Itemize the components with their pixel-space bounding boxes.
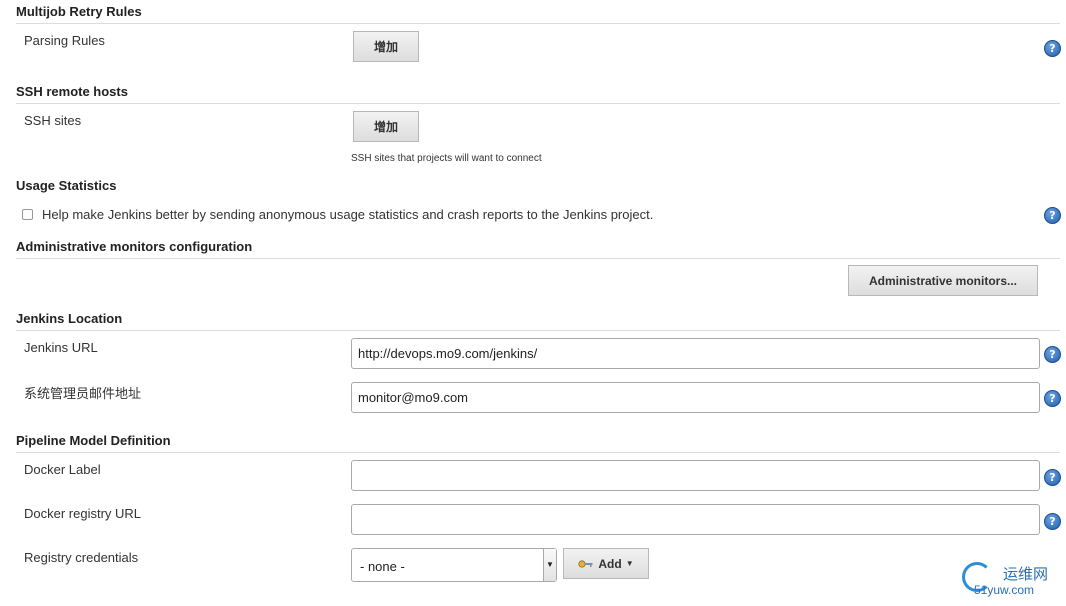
registry-credentials-select[interactable]: - none - ▼ — [351, 548, 557, 582]
jenkins-url-label: Jenkins URL — [24, 340, 98, 355]
registry-credentials-label: Registry credentials — [24, 550, 139, 565]
section-title-multijob: Multijob Retry Rules — [16, 4, 142, 19]
help-icon[interactable]: ? — [1044, 40, 1061, 57]
divider — [16, 330, 1060, 331]
docker-label-label: Docker Label — [24, 462, 101, 477]
section-title-jenkins-location: Jenkins Location — [16, 311, 123, 326]
watermark-text: 运维网 — [1003, 566, 1049, 583]
add-ssh-site-button[interactable]: 增加 — [353, 111, 419, 142]
divider — [16, 258, 1060, 259]
help-icon[interactable]: ? — [1044, 207, 1061, 224]
help-icon[interactable]: ? — [1044, 390, 1061, 407]
administrative-monitors-button[interactable]: Administrative monitors... — [848, 265, 1038, 296]
watermark-subtext: 51yuw.com — [974, 583, 1035, 597]
docker-label-input[interactable] — [351, 460, 1040, 491]
section-title-ssh: SSH remote hosts — [16, 84, 128, 99]
chevron-down-icon: ▼ — [543, 549, 556, 581]
add-credentials-button[interactable]: Add ▼ — [563, 548, 649, 579]
ssh-sites-hint: SSH sites that projects will want to con… — [351, 153, 542, 164]
registry-credentials-selected: - none - — [360, 559, 405, 574]
admin-email-input[interactable] — [351, 382, 1040, 413]
docker-registry-url-input[interactable] — [351, 504, 1040, 535]
section-title-pipeline-model: Pipeline Model Definition — [16, 433, 171, 448]
help-icon[interactable]: ? — [1044, 346, 1061, 363]
add-parsing-rule-button[interactable]: 增加 — [353, 31, 419, 62]
section-title-admin-monitors: Administrative monitors configuration — [16, 239, 253, 254]
parsing-rules-label: Parsing Rules — [24, 33, 105, 48]
ssh-sites-label: SSH sites — [24, 113, 82, 128]
chevron-down-icon: ▼ — [625, 559, 634, 568]
usage-statistics-label[interactable]: Help make Jenkins better by sending anon… — [42, 207, 653, 222]
admin-email-label: 系统管理员邮件地址 — [24, 386, 142, 401]
add-credentials-label: Add — [598, 556, 622, 571]
help-icon[interactable]: ? — [1044, 513, 1061, 530]
help-icon[interactable]: ? — [1044, 469, 1061, 486]
usage-statistics-checkbox[interactable] — [22, 209, 33, 220]
divider — [16, 103, 1060, 104]
section-title-usage: Usage Statistics — [16, 178, 117, 193]
docker-registry-url-label: Docker registry URL — [24, 506, 142, 521]
divider — [16, 23, 1060, 24]
jenkins-url-input[interactable] — [351, 338, 1040, 369]
divider — [16, 452, 1060, 453]
key-icon — [578, 559, 593, 568]
